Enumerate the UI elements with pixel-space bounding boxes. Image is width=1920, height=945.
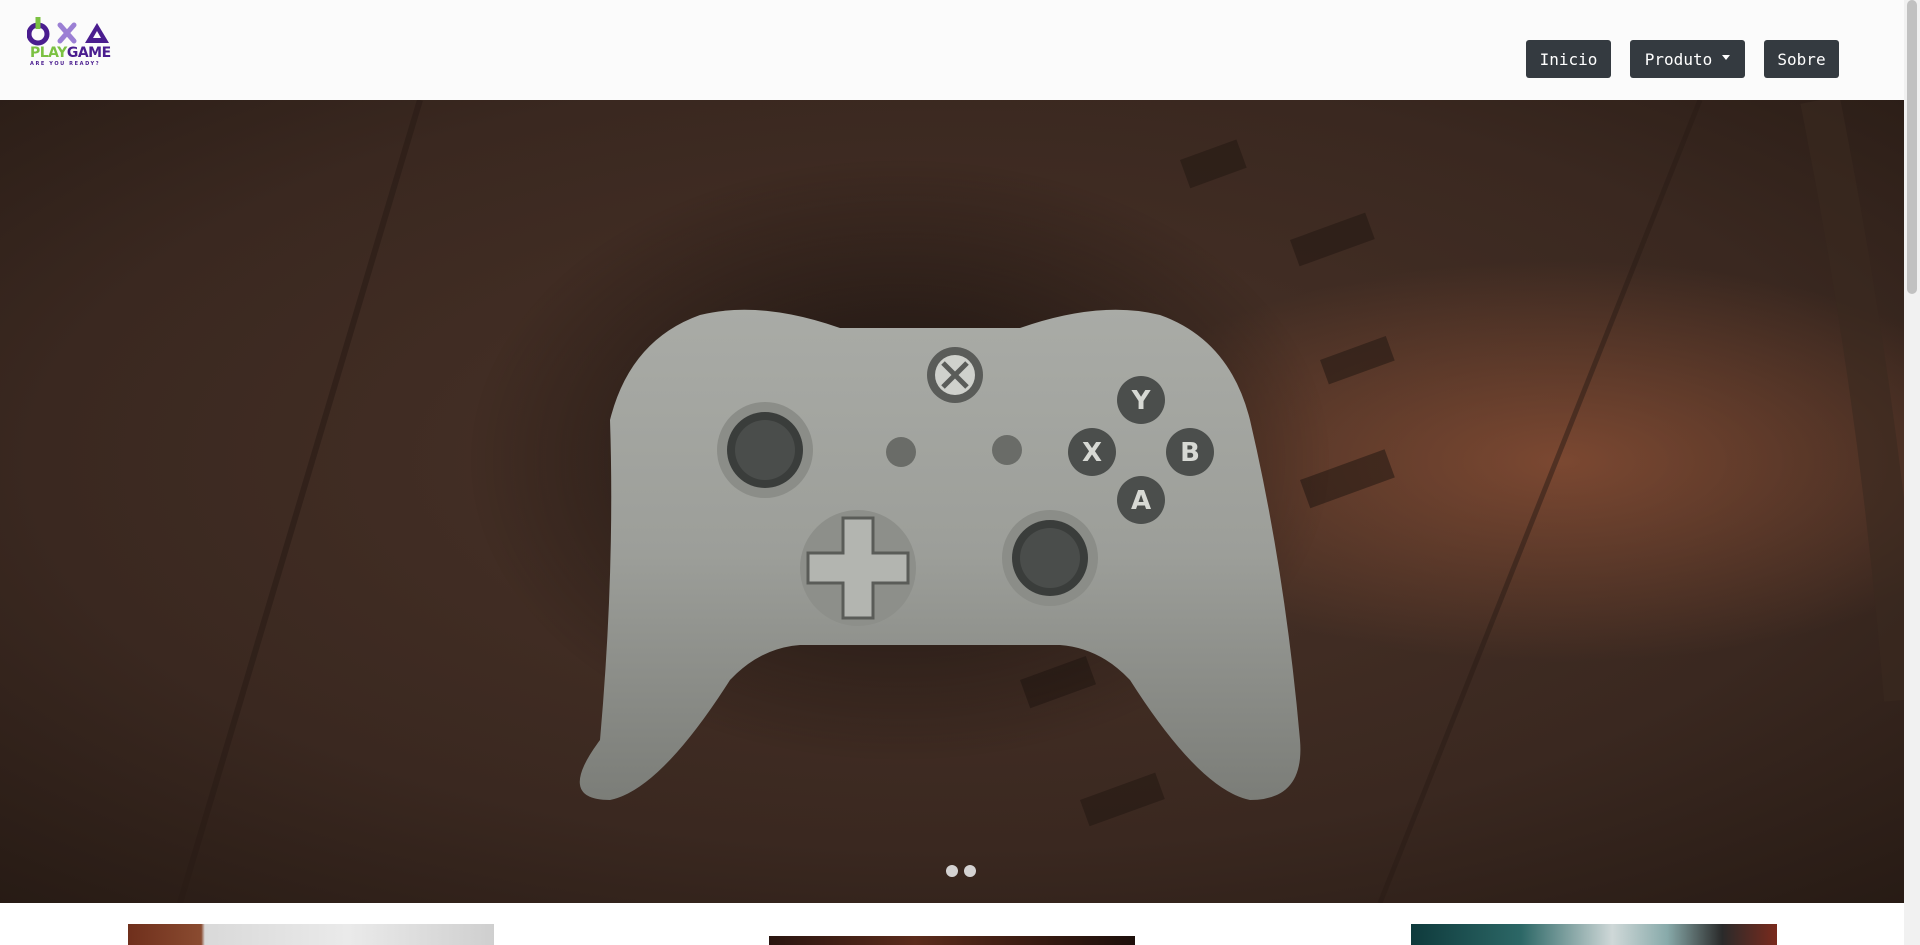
playgame-logo[interactable]: PLAYGAME ARE YOU READY? — [27, 17, 113, 73]
carousel-indicator-1[interactable] — [946, 865, 958, 877]
nav-inicio-label: Inicio — [1539, 49, 1598, 69]
hero-carousel[interactable]: Y X B A — [0, 100, 1904, 903]
product-image[interactable] — [769, 936, 1135, 945]
logo-word-game: GAME — [66, 45, 111, 61]
nav-sobre-button[interactable]: Sobre — [1764, 40, 1839, 78]
xbox-controller-photo: Y X B A — [0, 100, 1904, 903]
logo-symbols-icon — [27, 17, 109, 46]
top-navbar: PLAYGAME ARE YOU READY? Inicio Produto S… — [0, 0, 1904, 100]
caret-down-icon — [1722, 54, 1731, 60]
nav-produto-dropdown[interactable]: Produto — [1630, 40, 1745, 78]
page-scrollbar-thumb[interactable] — [1907, 0, 1917, 294]
logo-tagline: ARE YOU READY? — [30, 61, 101, 67]
nav-sobre-label: Sobre — [1777, 49, 1826, 69]
svg-text:X: X — [1082, 438, 1102, 468]
carousel-indicator-2[interactable] — [964, 865, 976, 877]
carousel-indicators — [946, 865, 976, 877]
product-image[interactable] — [1411, 924, 1777, 945]
product-image[interactable] — [128, 924, 494, 945]
svg-text:B: B — [1180, 438, 1200, 468]
nav-inicio-button[interactable]: Inicio — [1526, 40, 1611, 78]
svg-text:A: A — [1131, 486, 1151, 516]
logo-word-play: PLAY — [30, 45, 67, 61]
logo-wordmark: PLAYGAME — [30, 46, 111, 60]
nav-produto-label: Produto — [1644, 49, 1713, 69]
svg-text:Y: Y — [1131, 386, 1152, 416]
